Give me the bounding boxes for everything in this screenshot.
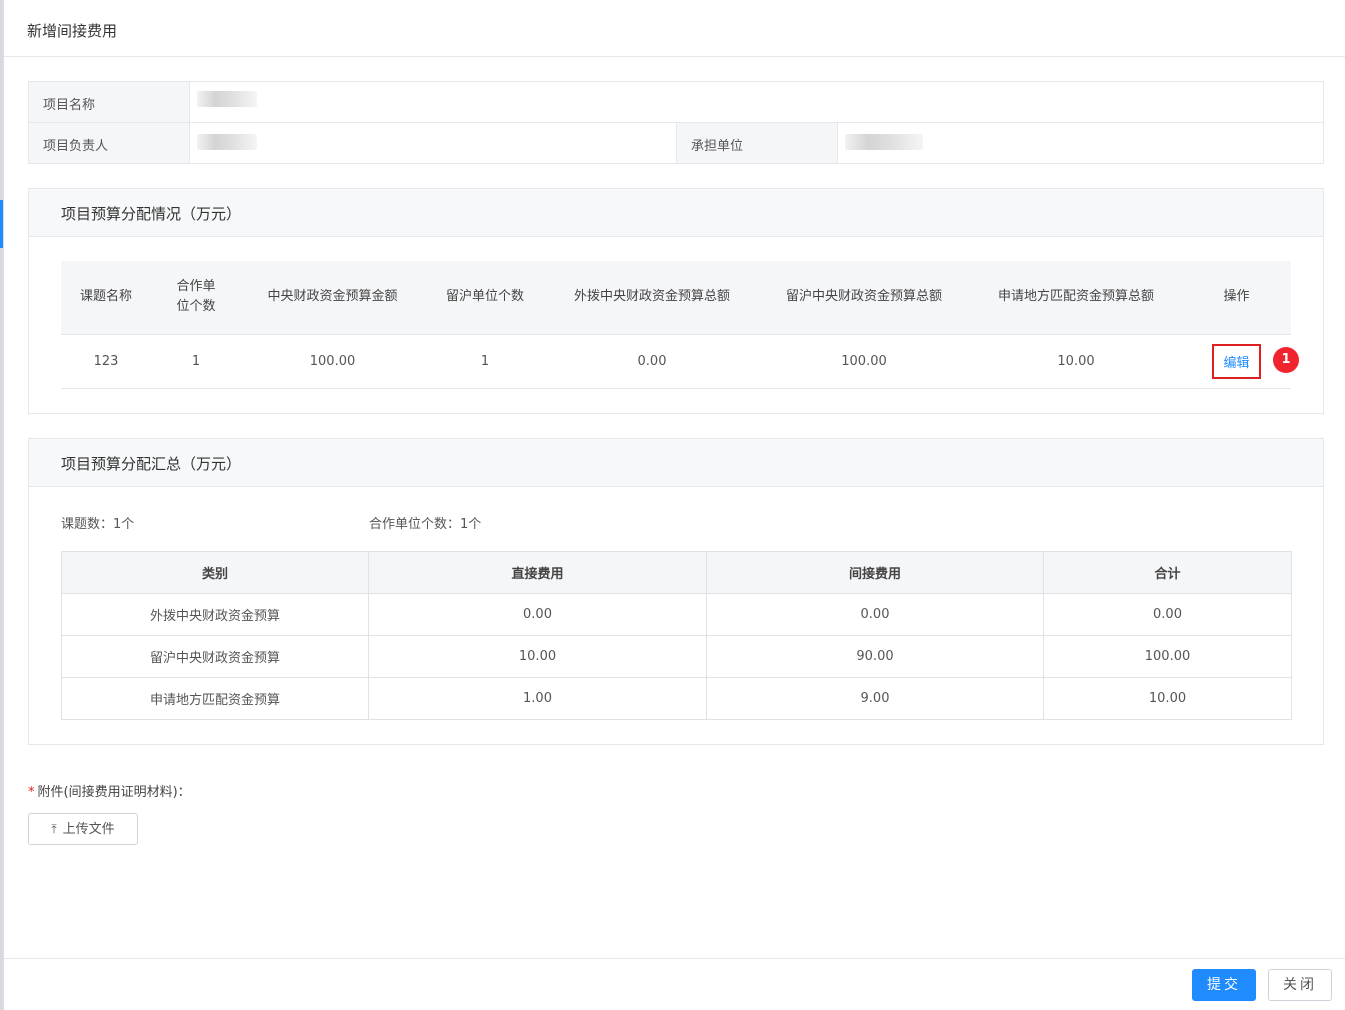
col-partner-count: 合作单位个数: [151, 261, 241, 334]
col-outbound-total: 外拨中央财政资金预算总额: [546, 261, 758, 334]
cell-indirect: 0.00: [706, 593, 1044, 636]
redacted-value: [197, 134, 257, 150]
edit-link[interactable]: 编辑: [1212, 343, 1261, 379]
cell-total: 10.00: [1043, 677, 1292, 720]
cell-local-unit-count: 1: [424, 333, 546, 389]
partner-count: 合作单位个数：1个: [369, 517, 482, 532]
project-leader-label: 项目负责人: [29, 123, 190, 163]
required-mark: *: [28, 785, 35, 800]
cell-direct: 0.00: [368, 593, 707, 636]
project-leader-value: [190, 123, 677, 163]
col-indirect-cost: 间接费用: [706, 551, 1044, 594]
col-category: 类别: [61, 551, 369, 594]
col-retained-total: 留沪中央财政资金预算总额: [758, 261, 970, 334]
summary-table: 类别 直接费用 间接费用 合计 外拨中央财政资金预算 0.00 0.00 0.0…: [61, 551, 1292, 720]
attachment-label-text: 附件(间接费用证明材料)：: [37, 785, 191, 800]
cell-direct: 10.00: [368, 635, 707, 678]
dialog-title: 新增间接费用: [4, 0, 1345, 57]
cell-category: 留沪中央财政资金预算: [61, 635, 369, 678]
cell-total: 100.00: [1043, 635, 1292, 678]
budget-allocation-panel: 项目预算分配情况（万元） 课题名称 合作单位个数 中央财政资金预算金额 留沪单位…: [28, 188, 1324, 414]
project-name-label: 项目名称: [29, 82, 190, 122]
cell-total: 0.00: [1043, 593, 1292, 636]
cell-outbound-total: 0.00: [546, 333, 758, 389]
cell-indirect: 90.00: [706, 635, 1044, 678]
attachment-label: * 附件(间接费用证明材料)：: [28, 781, 191, 800]
summary-header-row: 类别 直接费用 间接费用 合计: [61, 551, 1292, 594]
redacted-value: [197, 91, 257, 107]
col-central-budget: 中央财政资金预算金额: [241, 261, 424, 334]
summary-panel-title: 项目预算分配汇总（万元）: [29, 439, 1323, 487]
close-button[interactable]: 关闭: [1268, 969, 1332, 1001]
step-badge: 1: [1273, 347, 1299, 373]
col-total: 合计: [1043, 551, 1292, 594]
upload-button-label: 上传文件: [62, 822, 115, 837]
project-info-table: 项目名称 项目负责人 承担单位: [28, 81, 1324, 164]
project-name-value: [190, 82, 1323, 122]
cell-partner-count: 1: [151, 333, 241, 389]
col-local-unit-count: 留沪单位个数: [424, 261, 546, 334]
unit-label: 承担单位: [677, 123, 838, 163]
cell-direct: 1.00: [368, 677, 707, 720]
cell-central-budget: 100.00: [241, 333, 424, 389]
upload-icon: ⤒: [51, 822, 57, 836]
unit-value: [838, 123, 1323, 163]
table-row: 123 1 100.00 1 0.00 100.00 10.00 编辑: [61, 333, 1291, 389]
allocation-panel-title: 项目预算分配情况（万元）: [29, 189, 1323, 237]
col-local-match-total: 申请地方匹配资金预算总额: [970, 261, 1182, 334]
submit-button[interactable]: 提交: [1192, 969, 1256, 1001]
cell-retained-total: 100.00: [758, 333, 970, 389]
cell-indirect: 9.00: [706, 677, 1044, 720]
allocation-table: 课题名称 合作单位个数 中央财政资金预算金额 留沪单位个数 外拨中央财政资金预算…: [61, 261, 1291, 389]
cell-category: 申请地方匹配资金预算: [61, 677, 369, 720]
col-topic-name: 课题名称: [61, 261, 151, 334]
topic-count: 课题数：1个: [61, 517, 135, 532]
add-indirect-cost-dialog: 新增间接费用 项目名称 项目负责人 承担单位 项目预算分配情况（万元） 课题名称…: [3, 0, 1345, 1010]
dialog-footer: 提交 关闭: [4, 958, 1345, 1010]
project-leader-row: 项目负责人 承担单位: [29, 123, 1323, 163]
col-direct-cost: 直接费用: [368, 551, 707, 594]
cell-local-match-total: 10.00: [970, 333, 1182, 389]
table-row: 留沪中央财政资金预算 10.00 90.00 100.00: [61, 635, 1292, 678]
redacted-value: [845, 134, 923, 150]
budget-summary-panel: 项目预算分配汇总（万元） 课题数：1个 合作单位个数：1个 类别 直接费用 间接…: [28, 438, 1324, 745]
cell-topic-name: 123: [61, 333, 151, 389]
upload-file-button[interactable]: ⤒ 上传文件: [28, 813, 138, 845]
allocation-header-row: 课题名称 合作单位个数 中央财政资金预算金额 留沪单位个数 外拨中央财政资金预算…: [61, 261, 1291, 334]
table-row: 申请地方匹配资金预算 1.00 9.00 10.00: [61, 677, 1292, 720]
col-action: 操作: [1182, 261, 1291, 334]
project-name-row: 项目名称: [29, 82, 1323, 123]
cell-category: 外拨中央财政资金预算: [61, 593, 369, 636]
col-partner-count-label: 合作单位个数: [176, 279, 216, 315]
table-row: 外拨中央财政资金预算 0.00 0.00 0.00: [61, 593, 1292, 636]
